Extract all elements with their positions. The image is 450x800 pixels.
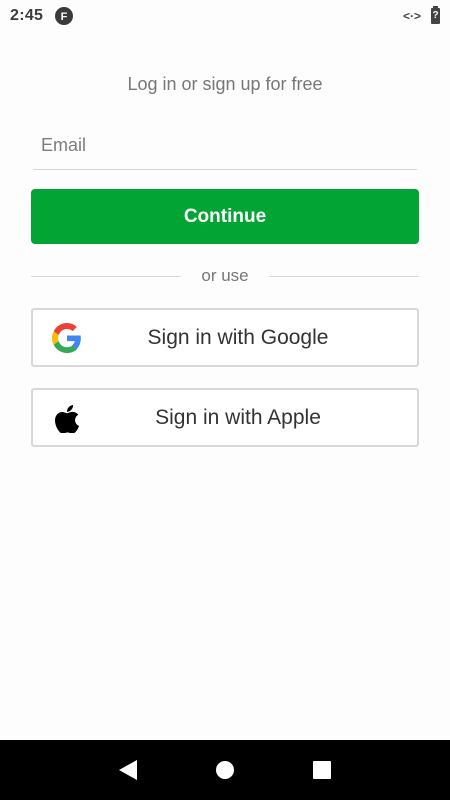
email-field[interactable] <box>33 122 417 170</box>
apple-icon <box>51 402 83 434</box>
divider-line-left <box>31 275 182 277</box>
continue-button[interactable]: Continue <box>31 189 419 244</box>
recents-icon[interactable] <box>310 758 334 782</box>
back-icon[interactable] <box>116 758 140 782</box>
status-left: 2:45 F <box>10 7 74 25</box>
status-bar: 2:45 F <·> ? <box>0 0 450 32</box>
apple-button-label: Sign in with Apple <box>155 405 321 429</box>
or-use-divider: or use <box>31 264 419 288</box>
auth-prompt: Log in or sign up for free <box>127 74 323 94</box>
sign-in-apple-button[interactable]: Sign in with Apple <box>31 388 419 447</box>
android-nav-bar <box>0 740 450 800</box>
divider-line-right <box>268 275 419 277</box>
app-notification-icon: F <box>55 7 74 25</box>
sync-icon: <·> <box>402 9 421 23</box>
google-icon <box>51 322 83 354</box>
sign-in-google-button[interactable]: Sign in with Google <box>31 308 419 367</box>
status-time: 2:45 <box>10 7 44 24</box>
google-button-label: Sign in with Google <box>147 325 329 349</box>
app-badge-letter: F <box>61 11 68 22</box>
battery-icon: ? <box>431 6 440 24</box>
login-screen: 2:45 F <·> ? Log in or sign up for free … <box>0 0 450 800</box>
status-right: <·> ? <box>402 6 440 24</box>
battery-unknown-mark: ? <box>432 10 439 21</box>
home-icon[interactable] <box>213 758 237 782</box>
divider-text: or use <box>201 266 249 285</box>
